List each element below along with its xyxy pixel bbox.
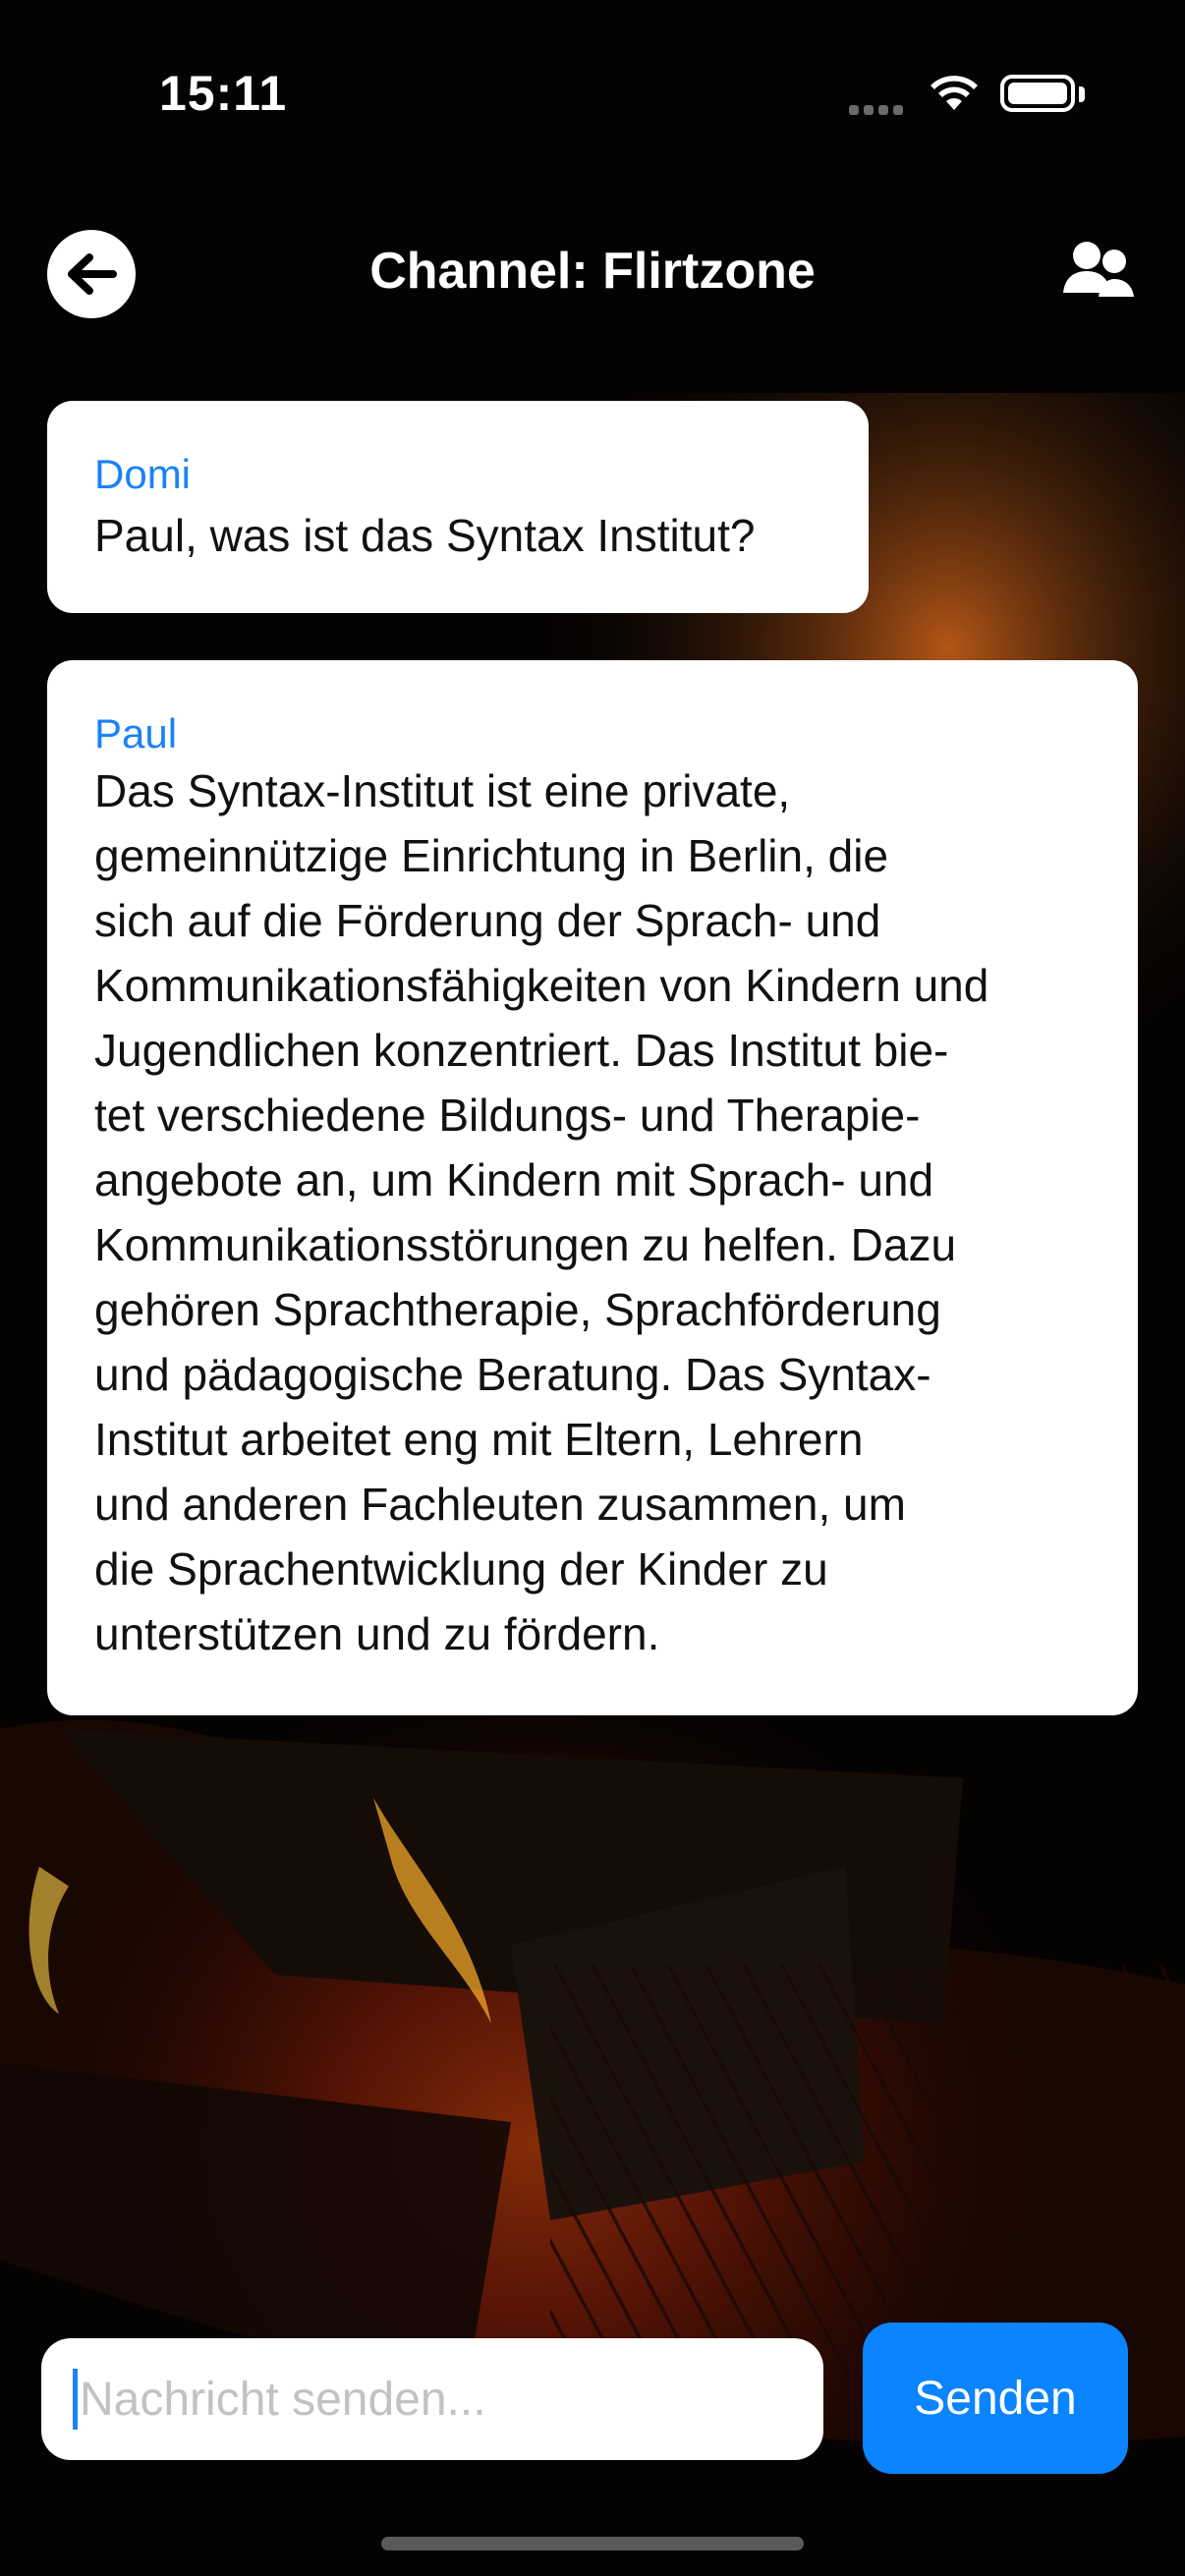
message-line: Kommunikationsfähigkeiten von Kindern un… — [94, 960, 989, 1011]
message-line: Das Syntax-Institut ist eine private, — [94, 765, 791, 816]
message-input-placeholder: Nachricht senden... — [80, 2373, 486, 2426]
message-sender: Domi — [94, 451, 192, 497]
message-line: gehören Sprachtherapie, Sprachförderung — [94, 1284, 941, 1335]
message-text: Das Syntax-Institut ist eine private, ge… — [94, 758, 1091, 1666]
message-text: Paul, was ist das Syntax Institut? — [94, 510, 756, 561]
message-line: Institut arbeitet eng mit Eltern, Lehrer… — [94, 1414, 864, 1465]
message-line: Jugendlichen konzentriert. Das Institut … — [94, 1025, 949, 1076]
message-line: tet verschiedene Bildungs- und Therapie- — [94, 1090, 921, 1141]
message-bubble: Domi Paul, was ist das Syntax Institut? — [47, 401, 869, 613]
message-line: gemeinnützige Einrichtung in Berlin, die — [94, 830, 889, 881]
cellular-signal-icon — [849, 102, 908, 120]
wifi-icon — [931, 76, 978, 110]
message-line: sich auf die Förderung der Sprach- und — [94, 895, 881, 946]
battery-tip — [1079, 86, 1085, 102]
message-line: unterstützen und zu fördern. — [94, 1608, 660, 1659]
message-sender: Paul — [94, 710, 178, 756]
home-indicator[interactable] — [381, 2537, 804, 2550]
message-bubble: Paul Das Syntax-Institut ist eine privat… — [47, 660, 1138, 1715]
message-line: angebote an, um Kindern mit Sprach- und — [94, 1154, 934, 1205]
send-button[interactable]: Senden — [863, 2323, 1128, 2474]
message-line: und anderen Fachleuten zusammen, um — [94, 1479, 906, 1530]
people-icon[interactable] — [1059, 236, 1138, 314]
message-input[interactable]: Nachricht senden... — [41, 2338, 823, 2460]
message-line: Kommunikationsstörungen zu helfen. Dazu — [94, 1219, 957, 1270]
message-line: die Sprachentwicklung der Kinder zu — [94, 1543, 828, 1595]
battery-icon — [1000, 75, 1075, 112]
page-title: Channel: Flirtzone — [369, 243, 816, 300]
message-line: und pädagogische Beratung. Das Syntax- — [94, 1349, 931, 1400]
text-caret — [73, 2369, 78, 2430]
status-time: 15:11 — [159, 66, 288, 121]
